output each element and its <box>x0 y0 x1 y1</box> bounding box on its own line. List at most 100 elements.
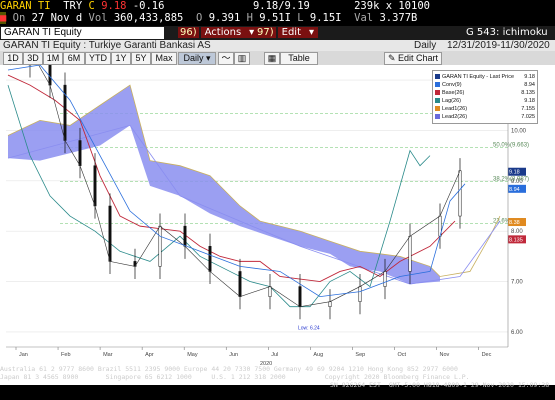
chevron-down-icon: ▾ <box>305 27 319 38</box>
ticker[interactable]: GARAN TI <box>0 0 51 12</box>
legend-label: Conv(9) <box>442 82 462 88</box>
legend-item[interactable]: Lead2(26) 7.025 <box>435 113 535 121</box>
price-candle-body <box>238 271 242 297</box>
edit-chart-button[interactable]: ✎ Edit Chart <box>384 52 442 65</box>
security-title-bar: GARAN TI Equity : Turkiye Garanti Bankas… <box>0 40 555 51</box>
frequency-label: Daily <box>414 40 437 51</box>
ichimoku-chart[interactable]: 11.0010.009.008.007.006.00JanFebMarAprMa… <box>0 28 555 385</box>
high-label: H <box>246 12 253 24</box>
tab-max[interactable]: Max <box>151 52 177 65</box>
footer-line-3: SN 926264 EST GMT-5:00 H818-4809-1 29-No… <box>330 381 550 389</box>
price-candle-body <box>383 271 387 287</box>
legend-item[interactable]: Lag(26) 9.18 <box>435 97 535 105</box>
fib-level-label: 50.0%(9.663) <box>493 142 529 148</box>
x-tick-label: Mar <box>103 352 113 358</box>
bar-chart-icon[interactable]: ▥ <box>234 52 250 65</box>
actions-number: 96) <box>178 27 199 38</box>
edit-label: Edit <box>277 27 306 38</box>
price-candle-body <box>108 205 112 262</box>
price-candle-body <box>268 286 272 297</box>
frequency-select[interactable]: Daily ▾ <box>178 52 216 65</box>
tab-1y[interactable]: 1Y <box>111 52 131 65</box>
tab-3d[interactable]: 3D <box>23 52 43 65</box>
low-price: 9.15I <box>309 12 342 24</box>
open-price: 9.391 <box>208 12 241 24</box>
pencil-icon: ✎ <box>387 53 396 63</box>
legend-item[interactable]: Base(26) 8.135 <box>435 89 535 97</box>
x-tick-label: Jan <box>19 352 28 358</box>
price-candle-body <box>48 49 52 86</box>
bid-ask: 9.18/9.19 <box>252 0 310 12</box>
security-field[interactable]: GARAN TI Equity <box>1 27 164 39</box>
edit-number: 97) <box>255 27 276 38</box>
open-label: O <box>196 12 203 24</box>
legend-value: 7.155 <box>521 106 535 112</box>
legend-label: GARAN TI Equity - Last Price <box>442 74 515 80</box>
legend-swatch <box>435 114 440 120</box>
legend-swatch <box>435 82 440 88</box>
x-tick-label: Dec <box>482 352 492 358</box>
legend-item[interactable]: Conv(9) 8.94 <box>435 81 535 89</box>
tab-6m[interactable]: 6M <box>63 52 85 65</box>
price-candle-body <box>93 165 97 207</box>
legend-label: Lag(26) <box>442 98 461 104</box>
edit-chart-label: Edit Chart <box>398 53 439 63</box>
frequency-select-label: Daily <box>183 53 204 63</box>
price-tag-label: 8.38 <box>509 220 520 226</box>
period-tab-bar: 1D 3D 1M 6M YTD 1Y 5Y Max Daily ▾ 〜 ▥ ▦ … <box>0 51 555 66</box>
tab-ytd[interactable]: YTD <box>85 52 111 65</box>
price-candle-body <box>208 246 212 272</box>
price-candle-body <box>158 225 162 267</box>
chart-legend[interactable]: GARAN TI Equity - Last Price 9.18 Conv(9) 8… <box>432 70 538 124</box>
actions-label: Actions <box>200 27 246 38</box>
chart-template-label: G 543: ichimoku <box>466 27 548 38</box>
price-candle-body <box>133 261 137 267</box>
x-tick-label: Nov <box>440 352 450 358</box>
actions-menu[interactable]: 96) Actions ▾ <box>178 27 259 39</box>
bid-ask-size: 239k x 10100 <box>354 0 430 12</box>
line-chart-icon[interactable]: 〜 <box>218 52 234 65</box>
x-tick-label: May <box>187 352 198 358</box>
price-candle-body <box>78 140 82 166</box>
price-tag-label: 8.94 <box>509 187 520 193</box>
legend-value: 9.18 <box>524 74 535 80</box>
legend-item[interactable]: Lead1(26) 7.155 <box>435 105 535 113</box>
price-tag-label: 9.18 <box>509 170 520 176</box>
x-tick-label: Sep <box>355 352 365 358</box>
legend-swatch <box>435 98 440 104</box>
price-candle-body <box>298 286 302 307</box>
on-label: On <box>12 12 26 24</box>
tab-5y[interactable]: 5Y <box>131 52 151 65</box>
value-label: Val <box>354 12 374 24</box>
currency: TRY <box>63 0 83 12</box>
price-candle-body <box>358 286 362 302</box>
tab-1m[interactable]: 1M <box>43 52 63 65</box>
x-tick-label: Apr <box>145 352 154 358</box>
x-tick-label: Feb <box>61 352 70 358</box>
legend-value: 7.025 <box>521 114 535 120</box>
price-candle-body <box>328 301 332 307</box>
price-candle-body <box>408 235 412 272</box>
legend-item[interactable]: GARAN TI Equity - Last Price 9.18 <box>435 73 535 81</box>
tab-table[interactable]: Table <box>280 52 318 65</box>
tab-1d[interactable]: 1D <box>3 52 23 65</box>
base-line <box>7 74 456 282</box>
traded-value: 3.377B <box>379 12 418 24</box>
volume: 360,433,885 <box>113 12 184 24</box>
price-candle-body <box>458 170 462 217</box>
fib-level-label: 38.2%(8.987) <box>493 176 529 182</box>
legend-value: 8.135 <box>521 90 535 96</box>
close-flag: C <box>88 0 95 12</box>
edit-menu[interactable]: 97) Edit ▾ <box>255 27 319 39</box>
date-range[interactable]: 12/31/2019-11/30/2020 <box>447 40 550 51</box>
x-tick-label: Oct <box>397 352 406 358</box>
y-tick-label: 10.00 <box>511 128 527 134</box>
legend-label: Lead1(26) <box>442 106 468 112</box>
price-change: -0.16 <box>132 0 165 12</box>
quote-header: GARAN TI TRY C 9.18 -0.16 9.18/9.19 239k… <box>0 0 555 12</box>
last-price: 9.18 <box>101 0 127 12</box>
low-annotation: Low: 6.24 <box>298 325 320 331</box>
quote-details: ■ On 27 Nov d Vol 360,433,885 O 9.391 H … <box>0 12 418 24</box>
x-tick-label: Jun <box>229 352 238 358</box>
table-icon[interactable]: ▦ <box>264 52 280 65</box>
